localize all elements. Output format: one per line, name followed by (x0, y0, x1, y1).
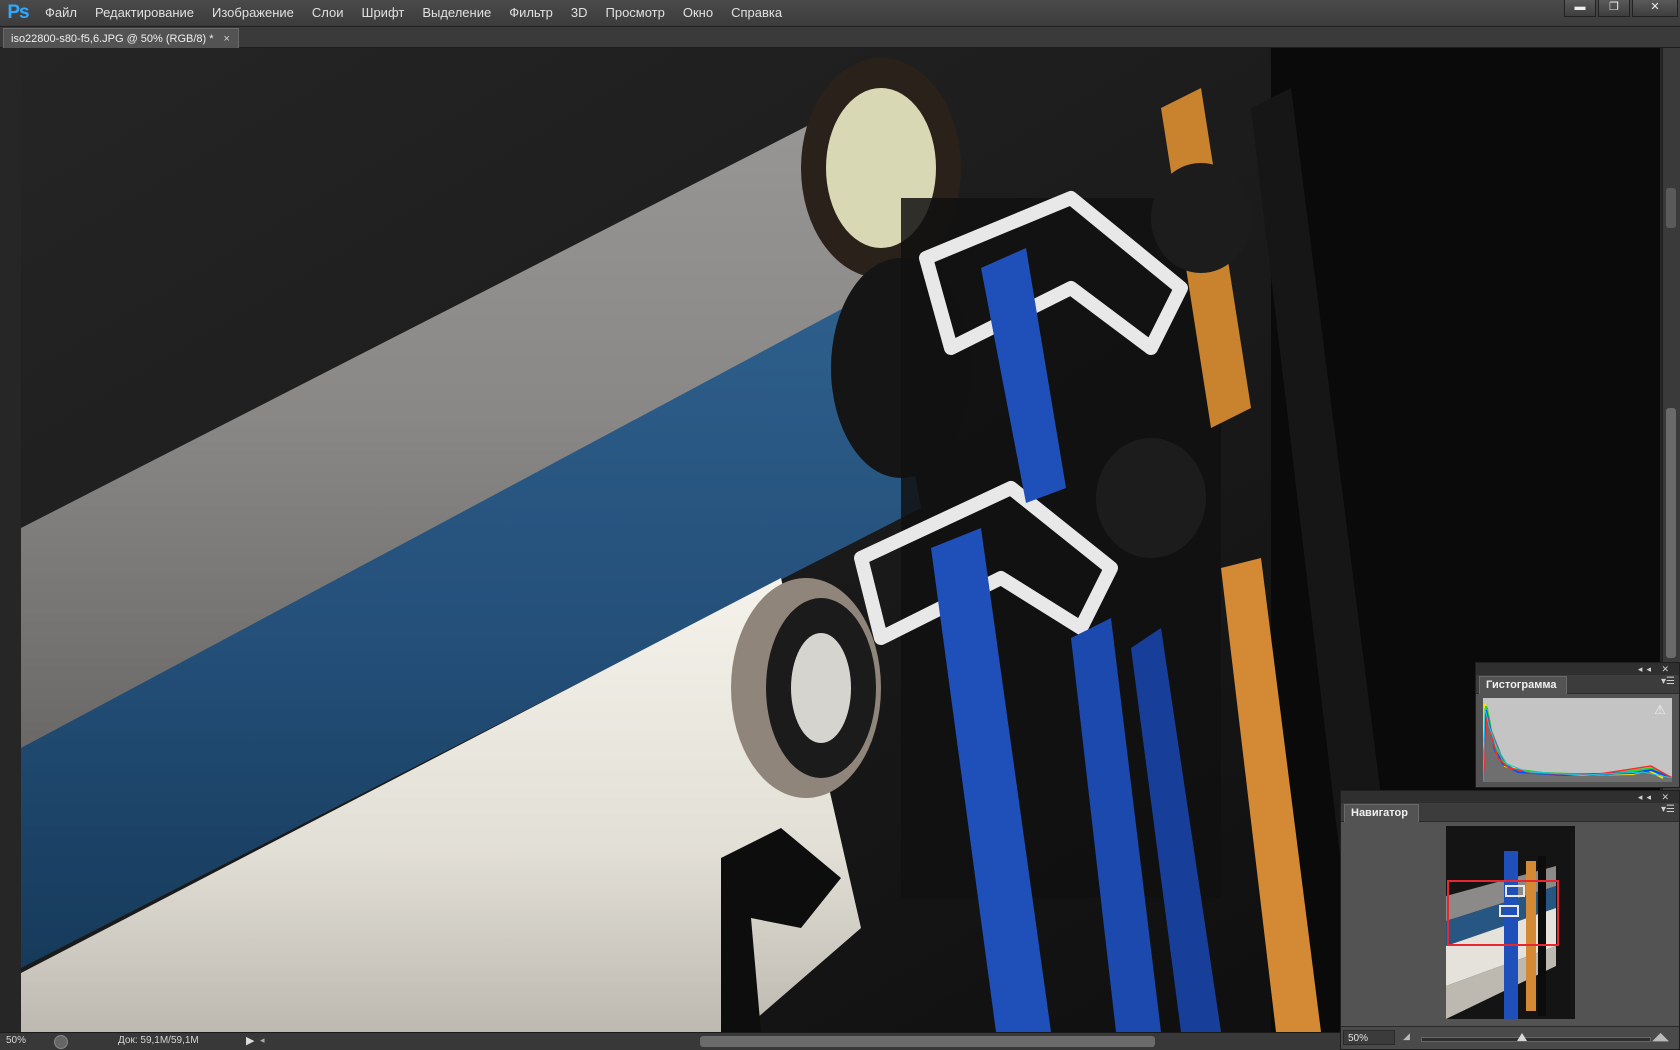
photoshop-logo: Ps (7, 2, 29, 23)
zoom-out-icon[interactable]: ◢ (1403, 1031, 1410, 1042)
histogram-panel-strip[interactable]: ◂◂ ✕ (1476, 663, 1679, 675)
zoom-level-field[interactable]: 50% (6, 1035, 26, 1046)
menu-file[interactable]: Файл (36, 0, 86, 26)
navigator-view-rectangle[interactable] (1447, 880, 1559, 946)
histogram-panel: ◂◂ ✕ Гистограмма ▾☰ ⚠ (1475, 662, 1680, 788)
menu-window[interactable]: Окно (674, 0, 722, 26)
menu-edit[interactable]: Редактирование (86, 0, 203, 26)
menu-3d[interactable]: 3D (562, 0, 597, 26)
histogram-graph (1483, 698, 1672, 782)
menu-view[interactable]: Просмотр (597, 0, 674, 26)
tab-navigator[interactable]: Навигатор (1344, 804, 1419, 822)
histogram-render (1483, 703, 1672, 782)
tab-histogram[interactable]: Гистограмма (1479, 676, 1568, 694)
zoom-slider[interactable] (1421, 1037, 1651, 1042)
document-tab-bar: iso22800-s80-f5,6.JPG @ 50% (RGB/8) * × (0, 27, 1680, 48)
window-controls: ▬ ❐ ✕ (1562, 0, 1678, 18)
minimize-icon[interactable]: ▬ (1564, 0, 1596, 17)
document-tab[interactable]: iso22800-s80-f5,6.JPG @ 50% (RGB/8) * × (3, 28, 239, 48)
navigator-tab-row: Навигатор ▾☰ (1341, 803, 1679, 822)
document-size-info: Док: 59,1M/59,1M (118, 1035, 199, 1046)
menu-bar: Ps Файл Редактирование Изображение Слои … (0, 0, 1680, 27)
zoom-slider-handle[interactable] (1517, 1033, 1527, 1041)
panel-menu-icon[interactable]: ▾☰ (1661, 804, 1675, 815)
document-tab-title: iso22800-s80-f5,6.JPG @ 50% (RGB/8) * (11, 32, 214, 45)
status-menu-arrow-icon[interactable]: ▶ (246, 1034, 254, 1047)
zoom-in-icon[interactable]: ◢◣ (1652, 1030, 1669, 1043)
doc-info-icon[interactable] (54, 1035, 68, 1049)
restore-icon[interactable]: ❐ (1598, 0, 1630, 17)
horizontal-scrollbar-thumb[interactable] (700, 1036, 1155, 1047)
navigator-zoom-bar: 50% ◢ ◢◣ (1341, 1026, 1679, 1049)
navigator-thumbnail[interactable] (1446, 826, 1575, 1019)
menu-select[interactable]: Выделение (413, 0, 500, 26)
menu-filter[interactable]: Фильтр (500, 0, 562, 26)
scroll-left-icon[interactable]: ◂ (260, 1035, 265, 1046)
menu-type[interactable]: Шрифт (353, 0, 414, 26)
navigator-panel: ◂◂ ✕ Навигатор ▾☰ 50% ◢ ◢◣ (1340, 790, 1680, 1050)
vertical-scrollbar-thumb[interactable] (1666, 408, 1676, 658)
panel-menu-icon[interactable]: ▾☰ (1661, 676, 1675, 687)
close-icon[interactable]: ✕ (1632, 0, 1678, 17)
menu-layers[interactable]: Слои (303, 0, 353, 26)
navigator-zoom-input[interactable]: 50% (1343, 1030, 1395, 1045)
photoshop-window: Ps Файл Редактирование Изображение Слои … (0, 0, 1680, 1050)
warning-icon[interactable]: ⚠ (1653, 703, 1667, 716)
navigator-panel-strip[interactable]: ◂◂ ✕ (1341, 791, 1679, 803)
vertical-scrollbar-upper-segment[interactable] (1666, 188, 1676, 228)
close-tab-icon[interactable]: × (224, 33, 230, 45)
menu-image[interactable]: Изображение (203, 0, 303, 26)
histogram-tab-row: Гистограмма ▾☰ (1476, 675, 1679, 694)
menu-help[interactable]: Справка (722, 0, 791, 26)
